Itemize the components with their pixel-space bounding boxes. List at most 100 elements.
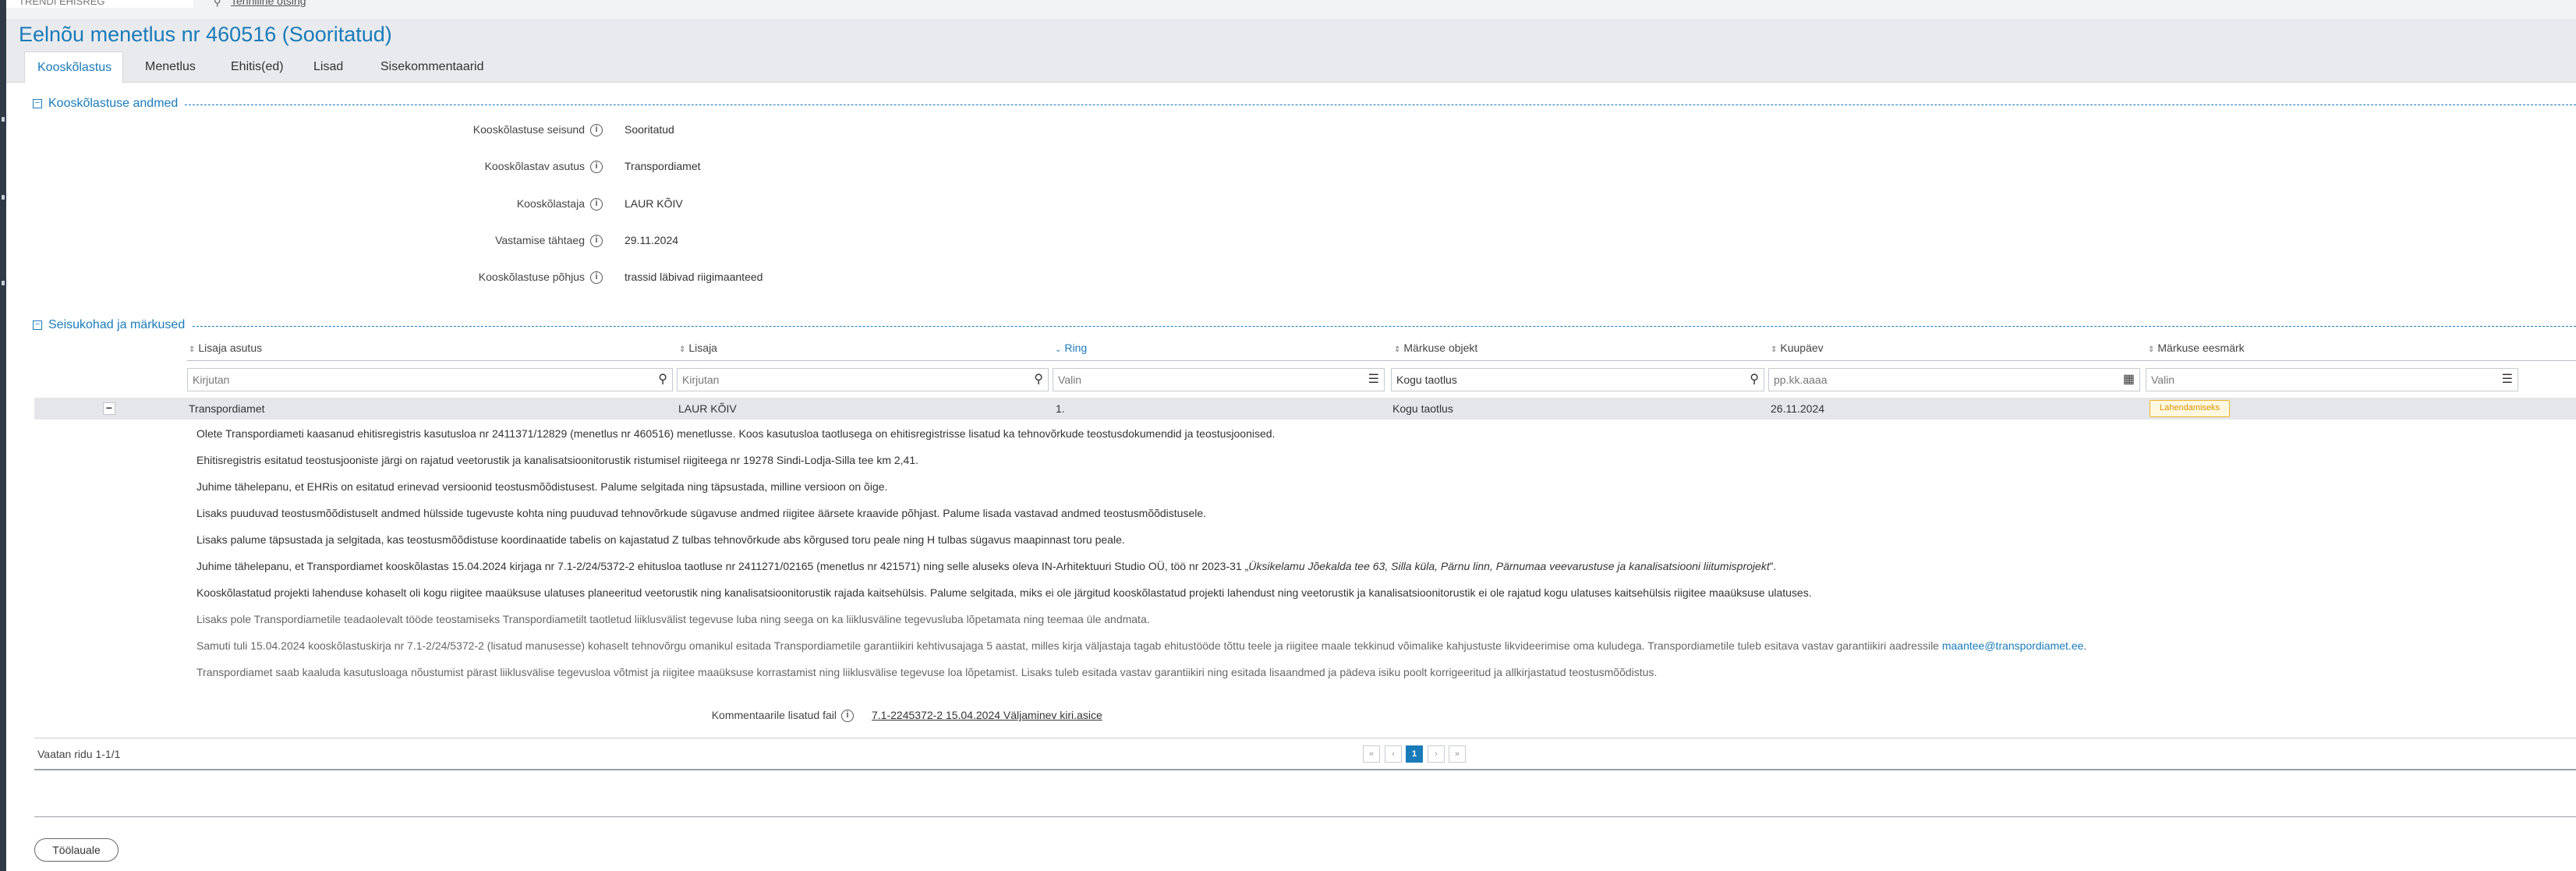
pager-next-button[interactable]: › (1428, 745, 1445, 763)
col-header-label: Märkuse objekt (1403, 342, 1478, 354)
detail-value: Transpordiamet (625, 160, 701, 172)
detail-value: trassid läbivad riigimaanteed (625, 271, 763, 283)
filter-object-input[interactable]: Kogu taotlus ⚲ (1391, 368, 1764, 391)
section-details-header[interactable]: − Kooskõlastuse andmed (33, 97, 2576, 112)
col-header-date[interactable]: ⇕ Kuupäev (1771, 342, 1824, 354)
cell-round: 1. (1056, 402, 1065, 415)
back-to-dashboard-button[interactable]: Töölauale (34, 838, 119, 862)
info-icon[interactable]: i (841, 710, 854, 722)
cell-object: Kogu taotlus (1392, 402, 1453, 415)
filter-placeholder: Valin (1058, 374, 1082, 386)
section-remarks-title: Seisukohad ja märkused (48, 318, 192, 332)
detail-value: 29.11.2024 (625, 234, 679, 246)
list-icon[interactable]: ☰ (2502, 371, 2513, 387)
detail-label: Kooskõlastuse põhjus (478, 271, 585, 283)
collapse-icon[interactable]: − (33, 99, 42, 108)
sort-icon: ⇕ (679, 345, 686, 354)
section-divider (34, 769, 2576, 770)
tab-ehitised[interactable]: Ehitis(ed) (218, 51, 296, 83)
table-row[interactable]: − Transpordiamet LAUR KÕIV 1. Kogu taotl… (34, 398, 2576, 420)
tab-lisad[interactable]: Lisad (301, 51, 356, 83)
col-header-purpose[interactable]: ⇕ Märkuse eesmärk (2148, 342, 2245, 354)
detail-row-reason: Kooskõlastuse põhjus i trassid läbivad r… (0, 271, 936, 289)
detail-row-approver: Kooskõlastaja i LAUR KÕIV (0, 197, 936, 216)
status-badge: Lahendamiseks (2150, 400, 2231, 417)
attachment-file-link[interactable]: 7.1-2245372-2 15.04.2024 Väljaminev kiri… (872, 709, 1102, 721)
info-icon[interactable]: i (590, 161, 603, 173)
remark-text: . (2083, 639, 2087, 652)
info-icon[interactable]: i (590, 235, 603, 247)
remark-paragraph: Juhime tähelepanu, et Transpordiamet koo… (196, 560, 1776, 572)
col-header-label: Märkuse eesmärk (2157, 342, 2245, 354)
filter-author-input[interactable]: Kirjutan ⚲ (677, 368, 1049, 391)
info-icon[interactable]: i (590, 198, 603, 211)
detail-label: Kooskõlastuse seisund (472, 123, 585, 136)
search-icon[interactable]: ⚲ (658, 371, 667, 387)
page-title: Eelnõu menetlus nr 460516 (Sooritatud) (19, 23, 392, 46)
detail-label: Vastamise tähtaeg (495, 234, 585, 246)
rail-marker-icon[interactable] (2, 117, 5, 122)
collapse-row-icon[interactable]: − (103, 402, 115, 415)
filter-date-input[interactable]: pp.kk.aaaa ▦ (1768, 368, 2140, 391)
filter-placeholder: pp.kk.aaaa (1774, 374, 1828, 386)
col-header-label: Lisaja (688, 342, 717, 354)
col-header-org[interactable]: ⇕ Lisaja asutus (189, 342, 262, 354)
app-tab[interactable]: TRENDI EHISREG (6, 0, 193, 8)
search-icon: ⚲ (214, 0, 221, 8)
table-header-divider (187, 360, 2576, 361)
filter-placeholder: Valin (2151, 374, 2175, 386)
attachment-label: Kommentaarile lisatud fail (711, 709, 837, 721)
sort-icon: ⇕ (2148, 345, 2155, 354)
remark-text: Samuti tuli 15.04.2024 kooskõlastuskirja… (196, 639, 1942, 652)
search-icon[interactable]: ⚲ (1034, 371, 1043, 387)
detail-row-status: Kooskõlastuse seisund i Sooritatud (0, 123, 936, 142)
section-remarks-header[interactable]: − Seisukohad ja märkused (33, 318, 2576, 334)
detail-row-agency: Kooskõlastav asutus i Transpordiamet (0, 160, 936, 179)
info-icon[interactable]: i (590, 124, 603, 136)
remark-paragraph: Lisaks puuduvad teostusmõõdistuselt andm… (196, 507, 1207, 519)
technical-search-link[interactable]: Tehniline otsing (231, 0, 306, 7)
cell-author: LAUR KÕIV (678, 402, 737, 415)
top-strip: TRENDI EHISREG ⚲ Tehniline otsing (6, 0, 2576, 20)
sort-icon: ⌄ (1055, 345, 1062, 354)
row-count-summary: Vaatan ridu 1-1/1 (37, 748, 121, 760)
remark-paragraph: Samuti tuli 15.04.2024 kooskõlastuskirja… (196, 639, 2086, 652)
col-header-round[interactable]: ⌄ Ring (1055, 342, 1087, 354)
search-icon[interactable]: ⚲ (1750, 371, 1759, 387)
remark-paragraph: Juhime tähelepanu, et EHRis on esitatud … (196, 480, 888, 493)
list-icon[interactable]: ☰ (1368, 371, 1379, 387)
remark-paragraph: Ehitisregistris esitatud teostusjooniste… (196, 454, 919, 466)
pager-first-button[interactable]: « (1363, 745, 1380, 763)
pager-prev-button[interactable]: ‹ (1385, 745, 1402, 763)
tab-sisekommentaarid[interactable]: Sisekommentaarid (368, 51, 497, 83)
remark-paragraph: Kooskõlastatud projekti lahenduse kohase… (196, 586, 1812, 599)
tab-bar: Kooskõlastus Menetlus Ehitis(ed) Lisad S… (6, 51, 2576, 83)
section-details-title: Kooskõlastuse andmed (48, 97, 185, 111)
cell-date: 26.11.2024 (1771, 402, 1825, 415)
info-icon[interactable]: i (590, 271, 603, 284)
sort-icon: ⇕ (189, 345, 196, 354)
filter-purpose-select[interactable]: Valin ☰ (2146, 368, 2518, 391)
remark-paragraph: Transpordiamet saab kaaluda kasutusloaga… (196, 666, 1658, 678)
remark-text: ”. (1769, 560, 1777, 572)
app-tab-label: TRENDI EHISREG (19, 0, 105, 7)
sort-icon: ⇕ (1771, 345, 1778, 354)
section-divider (34, 816, 2576, 817)
filter-round-select[interactable]: Valin ☰ (1053, 368, 1385, 391)
cell-org: Transpordiamet (189, 402, 265, 415)
remark-project-name: Üksikelamu Jõekalda tee 63, Silla küla, … (1248, 560, 1770, 572)
tab-menetlus[interactable]: Menetlus (133, 51, 208, 83)
detail-label: Kooskõlastaja (516, 197, 585, 210)
page-header: Eelnõu menetlus nr 460516 (Sooritatud) (6, 20, 2576, 51)
col-header-object[interactable]: ⇕ Märkuse objekt (1394, 342, 1477, 354)
tab-kooskolastus[interactable]: Kooskõlastus (24, 51, 123, 83)
pager-last-button[interactable]: » (1449, 745, 1466, 763)
email-link[interactable]: maantee@transpordiamet.ee (1942, 639, 2084, 652)
col-header-author[interactable]: ⇕ Lisaja (679, 342, 717, 354)
pager-page-button[interactable]: 1 (1406, 745, 1423, 763)
filter-org-input[interactable]: Kirjutan ⚲ (187, 368, 673, 391)
collapse-icon[interactable]: − (33, 320, 42, 330)
remark-paragraph: Lisaks pole Transpordiametile teadaoleva… (196, 613, 1150, 625)
filter-placeholder: Kirjutan (682, 374, 720, 386)
calendar-icon[interactable]: ▦ (2123, 371, 2135, 387)
